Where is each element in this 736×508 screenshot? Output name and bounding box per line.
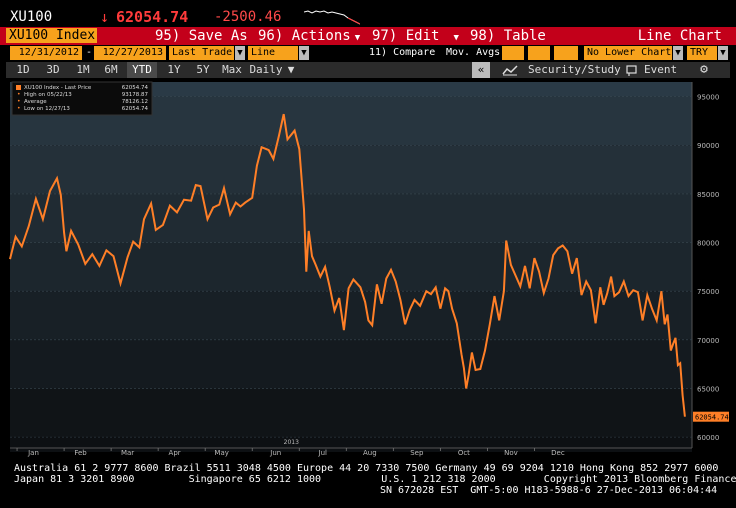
legend-label: Average bbox=[24, 99, 47, 105]
period-1m[interactable]: 1M bbox=[70, 62, 96, 78]
line-chart-icon bbox=[502, 65, 518, 76]
x-tick-label: Jun bbox=[269, 449, 281, 457]
ticker-label: XU100 bbox=[10, 9, 53, 25]
chart-background-bands bbox=[10, 82, 692, 452]
chart-band bbox=[10, 291, 692, 340]
period-1d[interactable]: 1D bbox=[10, 62, 36, 78]
y-tick-label: 85000 bbox=[697, 191, 719, 199]
period-ytd[interactable]: YTD bbox=[127, 62, 157, 78]
legend-value: 62054.74 bbox=[122, 85, 149, 91]
compare-button[interactable]: 11) Compare bbox=[369, 46, 435, 60]
x-tick-label: Feb bbox=[74, 449, 87, 457]
legend-swatch bbox=[16, 85, 21, 90]
start-date-field[interactable]: 12/31/2012 bbox=[10, 46, 82, 60]
legend-label: High on 05/22/13 bbox=[24, 92, 72, 98]
mov-avgs-field-1[interactable] bbox=[502, 46, 524, 60]
chevron-down-icon[interactable]: ▼ bbox=[299, 46, 309, 60]
y-tick-label: 80000 bbox=[697, 240, 719, 248]
y-tick-label: 60000 bbox=[697, 434, 719, 442]
y-tick-label: 90000 bbox=[697, 142, 719, 150]
period-3d[interactable]: 3D bbox=[40, 62, 66, 78]
down-arrow-icon: ↓ bbox=[100, 8, 110, 26]
period-5y[interactable]: 5Y bbox=[190, 62, 216, 78]
x-tick-label: Jul bbox=[318, 449, 328, 457]
price-change: -2500.46 bbox=[214, 9, 282, 25]
legend-label: Low on 12/27/13 bbox=[24, 106, 70, 112]
mov-avgs-field-3[interactable] bbox=[554, 46, 578, 60]
security-study-button[interactable]: Security/Study bbox=[528, 62, 621, 78]
toolbar bbox=[0, 27, 736, 45]
period-6m[interactable]: 6M bbox=[98, 62, 124, 78]
footer-contacts-line-1: Australia 61 2 9777 8600 Brazil 5511 304… bbox=[14, 463, 719, 474]
footer-session-line: SN 672028 EST GMT-5:00 H183-5988-6 27-De… bbox=[380, 485, 718, 496]
y-axis-ticks: 95000 90000 85000 80000 75000 70000 65000 60000 bbox=[697, 94, 719, 443]
gear-icon[interactable]: ⚙ bbox=[696, 62, 712, 78]
legend-bullet: • bbox=[17, 105, 21, 112]
x-tick-label: Apr bbox=[169, 449, 181, 457]
save-as-button[interactable]: 95) Save As bbox=[155, 27, 248, 45]
legend-bullet: • bbox=[17, 91, 21, 98]
intraday-sparkline bbox=[304, 10, 360, 25]
security-field[interactable]: XU100 Index bbox=[6, 28, 97, 43]
last-price: 62054.74 bbox=[116, 8, 189, 26]
chevron-down-icon[interactable]: ▼ bbox=[235, 46, 245, 60]
x-tick-label: Jan bbox=[27, 449, 39, 457]
last-price-label: 62054.74 bbox=[693, 411, 729, 422]
mov-avgs-button[interactable]: Mov. Avgs bbox=[446, 46, 500, 60]
chevron-down-icon[interactable]: ▼ bbox=[673, 46, 683, 60]
chart-legend: XU100 Index - Last Price 62054.74• High on… bbox=[11, 81, 153, 116]
legend-label: XU100 Index - Last Price bbox=[24, 85, 92, 91]
chart-band bbox=[10, 145, 692, 194]
x-tick-label: Mar bbox=[121, 449, 134, 457]
event-button[interactable]: Event bbox=[644, 62, 684, 78]
frequency-select[interactable]: Daily bbox=[248, 62, 284, 78]
chevron-down-icon: ▼ bbox=[453, 33, 459, 43]
edit-button[interactable]: 97) Edit ▼ bbox=[372, 27, 459, 45]
chart-band bbox=[10, 339, 692, 389]
collapse-button[interactable]: « bbox=[472, 62, 490, 78]
chevron-down-icon: ▼ bbox=[354, 33, 361, 43]
chart-type-title: Line Chart bbox=[637, 28, 722, 44]
y-tick-label: 70000 bbox=[697, 337, 719, 345]
currency-select[interactable]: TRY bbox=[687, 46, 717, 60]
x-tick-label: Aug bbox=[363, 449, 377, 457]
event-icon bbox=[626, 65, 637, 76]
y-tick-label: 95000 bbox=[697, 94, 719, 102]
table-button[interactable]: 98) Table bbox=[470, 27, 546, 45]
end-date-field[interactable]: 12/27/2013 bbox=[94, 46, 166, 60]
edit-label: 97) Edit bbox=[372, 28, 440, 44]
chart-band bbox=[10, 388, 692, 438]
x-tick-label: Nov bbox=[504, 449, 518, 457]
period-1y[interactable]: 1Y bbox=[161, 62, 187, 78]
footer-contacts-line-2: Japan 81 3 3201 8900 Singapore 65 6212 1… bbox=[14, 474, 736, 485]
y-tick-label: 75000 bbox=[697, 288, 719, 296]
legend-value: 62054.74 bbox=[122, 106, 149, 112]
x-year-label: 2013 bbox=[284, 439, 299, 446]
x-tick-label: May bbox=[214, 449, 228, 457]
chevron-down-icon[interactable]: ▼ bbox=[718, 46, 728, 60]
y-tick-label: 65000 bbox=[697, 385, 719, 393]
chevron-down-icon[interactable]: ▼ bbox=[285, 62, 297, 78]
date-separator: - bbox=[86, 47, 93, 58]
period-max[interactable]: Max bbox=[218, 62, 246, 78]
legend-value: 93178.87 bbox=[122, 92, 149, 98]
mov-avgs-field-2[interactable] bbox=[528, 46, 550, 60]
table-label: 98) Table bbox=[470, 28, 546, 44]
legend-bullet: • bbox=[17, 98, 21, 105]
chart-band bbox=[10, 193, 692, 243]
last-price-label-text: 62054.74 bbox=[695, 414, 729, 422]
x-tick-label: Oct bbox=[458, 449, 470, 457]
actions-button[interactable]: 96) Actions ▼ bbox=[258, 27, 360, 45]
price-chart: 95000 90000 85000 80000 75000 70000 65000 60000… bbox=[9, 81, 729, 457]
field-select[interactable]: Last Trade bbox=[169, 46, 234, 60]
chart-style-select[interactable]: Line bbox=[248, 46, 298, 60]
legend-value: 78126.12 bbox=[122, 99, 148, 105]
actions-label: 96) Actions bbox=[258, 28, 351, 44]
x-tick-label: Sep bbox=[410, 449, 424, 457]
x-tick-label: Dec bbox=[551, 449, 565, 457]
save-as-label: 95) Save As bbox=[155, 28, 248, 44]
chart-band bbox=[10, 437, 692, 452]
lower-chart-select[interactable]: No Lower Chart bbox=[584, 46, 672, 60]
